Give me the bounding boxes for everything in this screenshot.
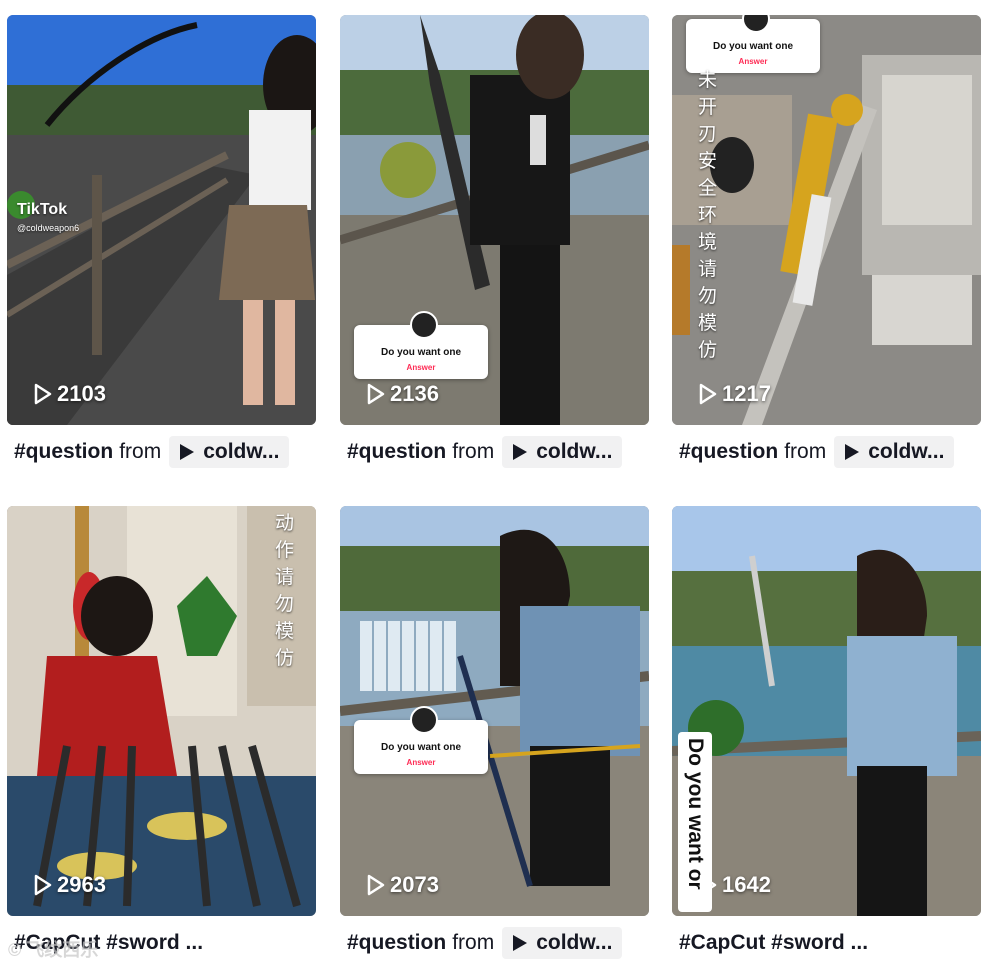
tiktok-logo: TikTok (17, 201, 68, 218)
qa-answer-label: Answer (738, 57, 768, 66)
video-caption: #CapCut #sword ... (679, 926, 868, 960)
video-caption: #question from coldw... (14, 435, 290, 469)
play-outline-icon (34, 874, 52, 896)
view-count: 1217 (698, 381, 771, 407)
video-thumbnail[interactable]: Do you want one Answer 2073 (340, 506, 649, 916)
video-caption: #question from coldw... (347, 435, 623, 469)
thumbnail-scene (7, 506, 316, 916)
play-outline-icon (34, 383, 52, 405)
video-grid: TikTok @coldweapon6 2103 #question from … (0, 0, 993, 964)
view-count-value: 1217 (722, 381, 771, 406)
thumbnail-scene (672, 506, 981, 916)
caption-from-text: from (452, 931, 495, 954)
view-count-value: 2963 (57, 872, 106, 897)
play-icon (513, 444, 528, 460)
video-thumbnail[interactable]: Do you want one Answer 未开刃安全环境请勿模仿 1217 (672, 15, 981, 425)
play-icon (845, 444, 860, 460)
play-outline-icon (699, 383, 717, 405)
avatar (410, 311, 438, 339)
view-count: 2136 (366, 381, 439, 407)
video-thumbnail[interactable]: TikTok @coldweapon6 2103 (7, 15, 316, 425)
view-count-value: 2103 (57, 381, 106, 406)
source-video-label: coldw... (536, 440, 613, 463)
avatar (742, 15, 770, 33)
qa-sticker: Do you want one Answer (354, 706, 488, 774)
hashtag-link[interactable]: #question (347, 440, 446, 464)
caption-from-text: from (784, 440, 827, 463)
source-video-chip[interactable]: coldw... (502, 436, 623, 468)
play-outline-icon (367, 874, 385, 896)
view-count: 1642 (698, 872, 771, 898)
play-outline-icon (699, 874, 717, 896)
hashtag-link[interactable]: #question (679, 440, 778, 464)
source-video-label: coldw... (203, 440, 280, 463)
thumbnail-scene (340, 506, 649, 916)
video-caption: #question from coldw... (679, 435, 955, 469)
source-video-chip[interactable]: coldw... (834, 436, 955, 468)
video-thumbnail[interactable]: 动作请勿模仿 2963 (7, 506, 316, 916)
play-icon (513, 935, 528, 951)
vertical-overlay-text: 未开刃安全环境请勿模仿 (698, 70, 718, 361)
view-count-value: 2073 (390, 872, 439, 897)
qa-question: Do you want one (713, 41, 793, 52)
hashtag-link[interactable]: #question (347, 931, 446, 955)
qa-question: Do you want one (381, 742, 461, 753)
hashtag-link[interactable]: #CapCut #sword ... (679, 931, 868, 955)
video-thumbnail[interactable]: Do you want or 1642 (672, 506, 981, 916)
view-count-value: 2136 (390, 381, 439, 406)
thumbnail-scene (7, 15, 316, 425)
tiktok-handle: @coldweapon6 (17, 223, 80, 233)
vertical-overlay-text: 动作请勿模仿 (275, 513, 295, 669)
watermark: © 飞纹西乐 (8, 940, 99, 960)
view-count-value: 1642 (722, 872, 771, 897)
video-caption: #question from coldw... (347, 926, 623, 960)
qa-answer-label: Answer (406, 363, 436, 372)
view-count: 2963 (33, 872, 106, 898)
source-video-chip[interactable]: coldw... (502, 927, 623, 959)
caption-from-text: from (119, 440, 162, 463)
view-count: 2103 (33, 381, 106, 407)
view-count: 2073 (366, 872, 439, 898)
source-video-chip[interactable]: coldw... (169, 436, 290, 468)
play-icon (180, 444, 195, 460)
video-thumbnail[interactable]: Do you want one Answer 2136 (340, 15, 649, 425)
caption-from-text: from (452, 440, 495, 463)
qa-question: Do you want one (381, 347, 461, 358)
qa-sticker: Do you want one Answer (686, 15, 820, 73)
hashtag-link[interactable]: #question (14, 440, 113, 464)
source-video-label: coldw... (536, 931, 613, 954)
qa-answer-label: Answer (406, 758, 436, 767)
play-outline-icon (367, 383, 385, 405)
avatar (410, 706, 438, 734)
source-video-label: coldw... (868, 440, 945, 463)
qa-sticker: Do you want one Answer (354, 311, 488, 379)
